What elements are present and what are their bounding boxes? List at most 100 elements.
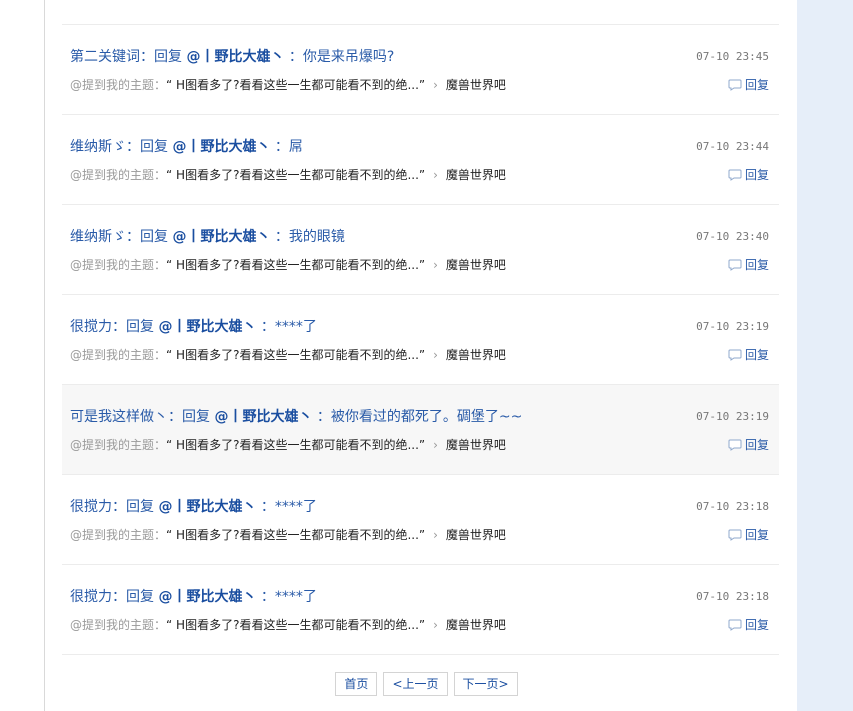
speech-bubble-icon [728, 79, 742, 91]
speech-bubble-icon [728, 259, 742, 271]
thread-info: @提到我的主题：“ H图看多了?看看这些一生都可能看不到的绝...” › 魔兽世界吧 [70, 167, 506, 183]
user-link[interactable]: 可是我这样做丶 [70, 409, 168, 425]
reply-label: 回复 [744, 348, 769, 362]
reply-content[interactable]: ：****了 [261, 589, 317, 605]
reply-button[interactable]: 回复 [728, 527, 769, 543]
speech-bubble-icon [728, 349, 742, 361]
right-sidebar-background [797, 0, 853, 711]
reply-summary: 可是我这样做丶：回复 @丨野比大雄丶 ：被你看过的都死了。碉堡了~~ [70, 407, 522, 427]
mention-prefix: @提到我的主题： [70, 618, 167, 632]
forum-link[interactable]: 魔兽世界吧 [446, 528, 506, 542]
mention-prefix: @提到我的主题： [70, 528, 167, 542]
reply-content[interactable]: ：我的眼镜 [275, 229, 345, 245]
list-item: 维纳斯ゞ：回复 @丨野比大雄丶 ：屌 07-10 23:44 @提到我的主题：“… [62, 115, 779, 205]
reply-content[interactable]: ：你是来吊爆吗? [289, 49, 394, 65]
reply-content[interactable]: ：被你看过的都死了。碉堡了~~ [317, 409, 522, 425]
user-link[interactable]: 第二关键词 [70, 49, 140, 65]
left-border-line [44, 0, 45, 711]
forum-link[interactable]: 魔兽世界吧 [446, 618, 506, 632]
speech-bubble-icon [728, 619, 742, 631]
reply-summary: 维纳斯ゞ：回复 @丨野比大雄丶 ：屌 [70, 137, 303, 157]
reply-content[interactable]: ：屌 [275, 139, 303, 155]
forum-link[interactable]: 魔兽世界吧 [446, 258, 506, 272]
reply-label: 回复 [744, 618, 769, 632]
mention-target[interactable]: @丨野比大雄丶 [158, 589, 256, 605]
reply-button[interactable]: 回复 [728, 437, 769, 453]
speech-bubble-icon [728, 529, 742, 541]
user-link[interactable]: 很搅力 [70, 499, 112, 515]
forum-link[interactable]: 魔兽世界吧 [446, 348, 506, 362]
mention-target[interactable]: @丨野比大雄丶 [158, 499, 256, 515]
chevron-right-icon: › [433, 348, 438, 362]
forum-link[interactable]: 魔兽世界吧 [446, 438, 506, 452]
thread-title-link[interactable]: “ H图看多了?看看这些一生都可能看不到的绝...” [166, 258, 425, 272]
reply-label: 回复 [744, 528, 769, 542]
reply-summary: 很搅力：回复 @丨野比大雄丶 ：****了 [70, 317, 317, 337]
thread-info: @提到我的主题：“ H图看多了?看看这些一生都可能看不到的绝...” › 魔兽世界吧 [70, 347, 506, 363]
timestamp: 07-10 23:44 [696, 140, 769, 153]
thread-title-link[interactable]: “ H图看多了?看看这些一生都可能看不到的绝...” [166, 78, 425, 92]
mention-target[interactable]: @丨野比大雄丶 [172, 229, 270, 245]
reply-prefix: ：回复 [112, 499, 154, 515]
next-page-button[interactable]: 下一页> [453, 672, 518, 696]
thread-title-link[interactable]: “ H图看多了?看看这些一生都可能看不到的绝...” [166, 528, 425, 542]
reply-summary: 很搅力：回复 @丨野比大雄丶 ：****了 [70, 497, 317, 517]
list-item: 很搅力：回复 @丨野比大雄丶 ：****了 07-10 23:19 @提到我的主… [62, 295, 779, 385]
timestamp: 07-10 23:18 [696, 500, 769, 513]
user-link[interactable]: 维纳斯ゞ [70, 139, 126, 155]
mention-target[interactable]: @丨野比大雄丶 [172, 139, 270, 155]
reply-prefix: ：回复 [126, 229, 168, 245]
reply-button[interactable]: 回复 [728, 257, 769, 273]
thread-title-link[interactable]: “ H图看多了?看看这些一生都可能看不到的绝...” [166, 348, 425, 362]
reply-summary: 很搅力：回复 @丨野比大雄丶 ：****了 [70, 587, 317, 607]
thread-info: @提到我的主题：“ H图看多了?看看这些一生都可能看不到的绝...” › 魔兽世界吧 [70, 527, 506, 543]
reply-button[interactable]: 回复 [728, 167, 769, 183]
reply-content[interactable]: ：****了 [261, 319, 317, 335]
reply-prefix: ：回复 [168, 409, 210, 425]
reply-prefix: ：回复 [112, 589, 154, 605]
reply-button[interactable]: 回复 [728, 347, 769, 363]
reply-label: 回复 [744, 438, 769, 452]
reply-summary: 第二关键词：回复 @丨野比大雄丶 ：你是来吊爆吗? [70, 47, 394, 67]
thread-title-link[interactable]: “ H图看多了?看看这些一生都可能看不到的绝...” [166, 438, 425, 452]
mention-prefix: @提到我的主题： [70, 78, 167, 92]
reply-button[interactable]: 回复 [728, 617, 769, 633]
timestamp: 07-10 23:19 [696, 410, 769, 423]
user-link[interactable]: 很搅力 [70, 589, 112, 605]
mention-target[interactable]: @丨野比大雄丶 [158, 319, 256, 335]
user-link[interactable]: 维纳斯ゞ [70, 229, 126, 245]
reply-content[interactable]: ：****了 [261, 499, 317, 515]
mention-prefix: @提到我的主题： [70, 438, 167, 452]
forum-link[interactable]: 魔兽世界吧 [446, 168, 506, 182]
speech-bubble-icon [728, 439, 742, 451]
list-item: 很搅力：回复 @丨野比大雄丶 ：****了 07-10 23:18 @提到我的主… [62, 475, 779, 565]
user-link[interactable]: 很搅力 [70, 319, 112, 335]
mention-target[interactable]: @丨野比大雄丶 [186, 49, 284, 65]
chevron-right-icon: › [433, 438, 438, 452]
thread-title-link[interactable]: “ H图看多了?看看这些一生都可能看不到的绝...” [166, 618, 425, 632]
mention-target[interactable]: @丨野比大雄丶 [214, 409, 312, 425]
reply-button[interactable]: 回复 [728, 77, 769, 93]
forum-link[interactable]: 魔兽世界吧 [446, 78, 506, 92]
list-item: 维纳斯ゞ：回复 @丨野比大雄丶 ：我的眼镜 07-10 23:40 @提到我的主… [62, 205, 779, 295]
mention-feed: 第二关键词：回复 @丨野比大雄丶 ：你是来吊爆吗? 07-10 23:45 @提… [62, 24, 779, 655]
thread-title-link[interactable]: “ H图看多了?看看这些一生都可能看不到的绝...” [166, 168, 425, 182]
list-item: 第二关键词：回复 @丨野比大雄丶 ：你是来吊爆吗? 07-10 23:45 @提… [62, 25, 779, 115]
thread-info: @提到我的主题：“ H图看多了?看看这些一生都可能看不到的绝...” › 魔兽世界吧 [70, 437, 506, 453]
reply-prefix: ：回复 [140, 49, 182, 65]
timestamp: 07-10 23:18 [696, 590, 769, 603]
prev-page-button[interactable]: <上一页 [383, 672, 448, 696]
first-page-button[interactable]: 首页 [335, 672, 378, 696]
speech-bubble-icon [728, 169, 742, 181]
list-item: 可是我这样做丶：回复 @丨野比大雄丶 ：被你看过的都死了。碉堡了~~ 07-10… [62, 385, 779, 475]
reply-label: 回复 [744, 78, 769, 92]
reply-label: 回复 [744, 168, 769, 182]
reply-summary: 维纳斯ゞ：回复 @丨野比大雄丶 ：我的眼镜 [70, 227, 345, 247]
thread-info: @提到我的主题：“ H图看多了?看看这些一生都可能看不到的绝...” › 魔兽世界吧 [70, 617, 506, 633]
timestamp: 07-10 23:19 [696, 320, 769, 333]
reply-prefix: ：回复 [126, 139, 168, 155]
chevron-right-icon: › [433, 618, 438, 632]
thread-info: @提到我的主题：“ H图看多了?看看这些一生都可能看不到的绝...” › 魔兽世界吧 [70, 257, 506, 273]
chevron-right-icon: › [433, 168, 438, 182]
timestamp: 07-10 23:40 [696, 230, 769, 243]
